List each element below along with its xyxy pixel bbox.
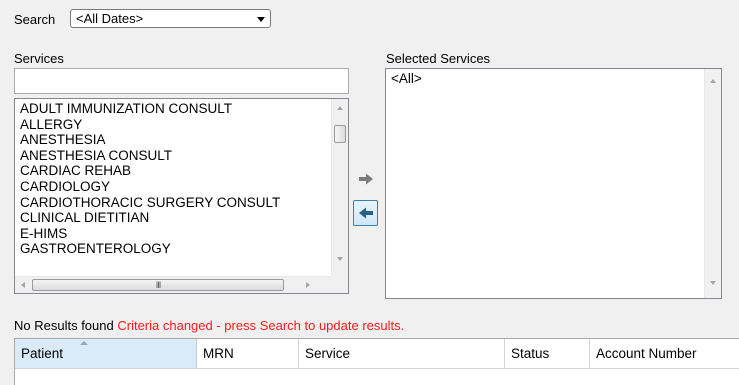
dropdown-arrow-icon[interactable] (257, 17, 265, 22)
services-label: Services (14, 51, 64, 66)
services-filter-input[interactable] (14, 68, 349, 94)
date-range-value: <All Dates> (76, 11, 144, 26)
column-label: Account Number (596, 346, 697, 361)
scroll-left-icon[interactable] (21, 282, 25, 288)
sort-ascending-icon (80, 341, 88, 345)
services-horizontal-scrollbar[interactable]: III (15, 276, 331, 293)
grid-header: Patient MRN Service Status Account Numbe… (15, 339, 739, 369)
column-header-account-number[interactable]: Account Number (590, 339, 739, 369)
add-service-button[interactable] (353, 166, 378, 192)
scroll-thumb-horizontal[interactable]: III (32, 279, 284, 291)
scroll-corner (331, 276, 348, 293)
scroll-grip-icon: III (155, 280, 161, 290)
list-item[interactable]: E-HIMS (20, 226, 328, 242)
column-header-status[interactable]: Status (505, 339, 590, 369)
selected-services-list[interactable]: <All> (385, 68, 722, 299)
scroll-thumb[interactable] (334, 125, 346, 143)
column-label: MRN (203, 346, 234, 361)
results-count-text: No Results found (14, 318, 114, 333)
column-label: Patient (21, 346, 64, 361)
list-item[interactable]: GASTROENTEROLOGY (20, 241, 328, 257)
selected-services-label: Selected Services (386, 51, 491, 66)
services-vertical-scrollbar[interactable] (331, 99, 348, 276)
list-item[interactable]: CLINICAL DIETITIAN (20, 210, 328, 226)
column-header-service[interactable]: Service (299, 339, 505, 369)
column-header-mrn[interactable]: MRN (197, 339, 299, 369)
remove-service-button[interactable] (353, 200, 378, 226)
services-list-items: ADULT IMMUNIZATION CONSULT ALLERGY ANESTHE… (20, 101, 328, 258)
criteria-changed-message: Criteria changed - press Search to updat… (117, 318, 405, 333)
status-line: No Results found Criteria changed - pres… (14, 318, 404, 334)
scroll-right-icon[interactable] (306, 282, 310, 288)
list-item[interactable]: ANESTHESIA CONSULT (20, 148, 328, 164)
column-label: Service (305, 346, 351, 361)
date-range-select[interactable]: <All Dates> (70, 9, 271, 28)
list-item[interactable]: ANESTHESIA (20, 132, 328, 148)
selected-services-scrollbar[interactable] (704, 69, 721, 298)
list-item[interactable]: CARDIOLOGY (20, 179, 328, 195)
services-list[interactable]: ADULT IMMUNIZATION CONSULT ALLERGY ANESTHE… (14, 98, 349, 294)
list-item[interactable]: ALLERGY (20, 117, 328, 133)
scroll-down-icon[interactable] (710, 281, 716, 285)
list-item[interactable]: <All> (391, 71, 422, 86)
column-header-patient[interactable]: Patient (15, 339, 197, 369)
scroll-up-icon[interactable] (710, 79, 716, 83)
scroll-up-icon[interactable] (337, 106, 343, 110)
list-item[interactable]: CARDIOTHORACIC SURGERY CONSULT (20, 195, 328, 211)
list-item[interactable]: ADULT IMMUNIZATION CONSULT (20, 101, 328, 117)
search-label: Search (14, 12, 56, 27)
arrow-right-icon (358, 173, 373, 185)
scroll-down-icon[interactable] (337, 257, 343, 261)
arrow-left-icon (358, 207, 373, 219)
results-grid[interactable]: Patient MRN Service Status Account Numbe… (14, 338, 739, 385)
column-label: Status (511, 346, 550, 361)
list-item[interactable]: CARDIAC REHAB (20, 163, 328, 179)
